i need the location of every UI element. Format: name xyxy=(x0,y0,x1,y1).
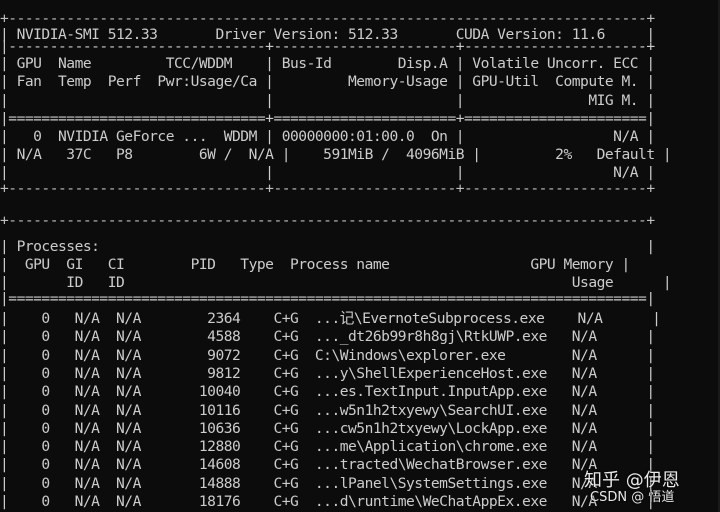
process-row: | 0 N/A N/A 2364 C+G ...记\EvernoteSubpro… xyxy=(0,310,661,327)
rule-cols: |-------------------------------+-------… xyxy=(0,38,655,55)
terminal-output: +---------------------------------------… xyxy=(0,0,720,512)
gpu-row-2: | N/A 37C P8 6W / N/A | 591MiB / 4096MiB… xyxy=(0,146,672,163)
process-row: | 0 N/A N/A 4588 C+G ..._dt26b99r8h8gj\R… xyxy=(0,328,655,346)
processes-title: | Processes: | xyxy=(0,238,655,255)
process-row: | 0 N/A N/A 9812 C+G ...y\ShellExperienc… xyxy=(0,364,655,382)
gpu-header-row-1: | GPU Name TCC/WDDM | Bus-Id Disp.A | Vo… xyxy=(0,55,655,72)
rule-proc-double: |=======================================… xyxy=(0,290,655,307)
gpu-header-row-3: | | | MIG M. | xyxy=(0,92,655,109)
process-row: | 0 N/A N/A 9072 C+G C:\Windows\explorer… xyxy=(0,346,655,364)
processes-header-1: | GPU GI CI PID Type Process name GPU Me… xyxy=(0,256,630,273)
rule-proc-top: +---------------------------------------… xyxy=(0,212,655,229)
rule-double: |===============================+=======… xyxy=(0,110,655,127)
gpu-header-row-2: | Fan Temp Perf Pwr:Usage/Ca | Memory-Us… xyxy=(0,73,655,90)
process-row: | 0 N/A N/A 10116 C+G ...w5n1h2txyewy\Se… xyxy=(0,401,655,419)
csdn-watermark: CSDN @ 悟道 xyxy=(590,490,675,505)
process-row: | 0 N/A N/A 12880 C+G ...me\Application\… xyxy=(0,438,655,456)
process-row: | 0 N/A N/A 10636 C+G ...cw5n1h2txyewy\L… xyxy=(0,419,655,437)
gpu-row-1: | 0 NVIDIA GeForce ... WDDM | 00000000:0… xyxy=(0,128,655,145)
process-row: | 0 N/A N/A 10040 C+G ...es.TextInput.In… xyxy=(0,383,655,401)
